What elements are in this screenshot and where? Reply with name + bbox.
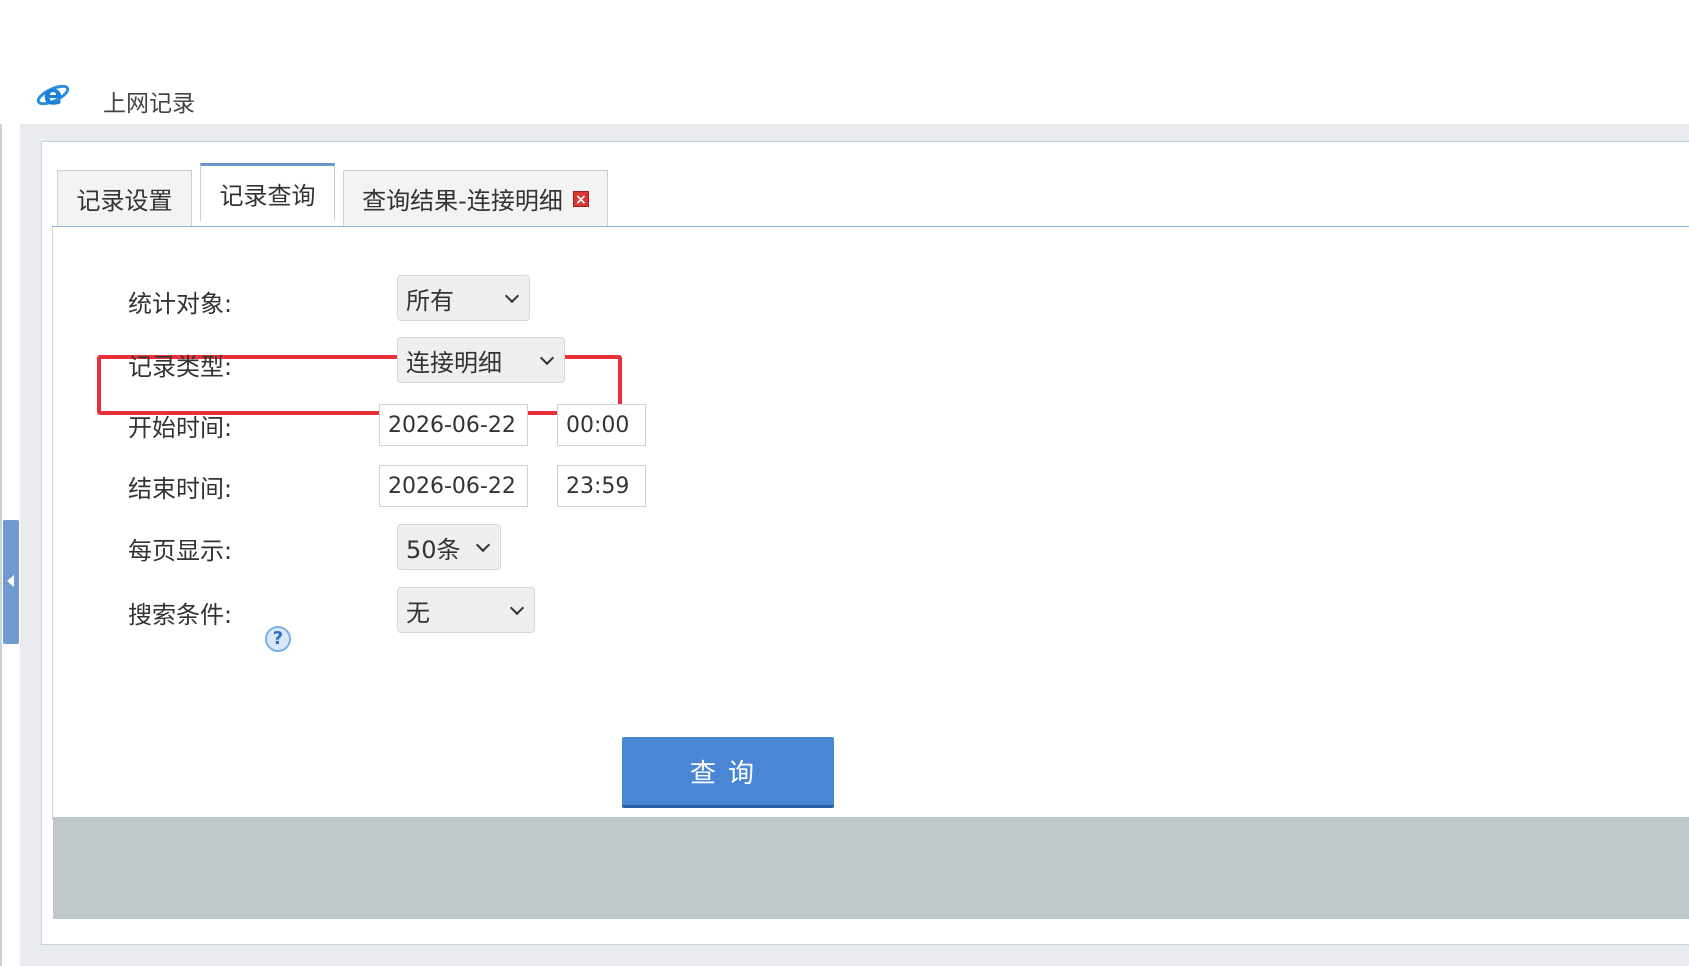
query-button[interactable]: 查询	[622, 737, 834, 808]
tab-record-settings[interactable]: 记录设置	[57, 170, 192, 226]
query-form-area	[52, 227, 1689, 820]
end-time-input[interactable]: 23:59	[557, 465, 646, 507]
page-size-select-value: 50条	[406, 535, 461, 564]
page-size-label: 每页显示:	[128, 537, 233, 565]
page-title: 上网记录	[103, 91, 195, 117]
sidebar-collapse-handle[interactable]	[3, 520, 19, 644]
close-icon[interactable]: ×	[572, 190, 589, 208]
search-label: 搜索条件:	[128, 601, 233, 629]
search-condition-select[interactable]: 无	[397, 587, 535, 633]
chevron-down-icon	[475, 537, 491, 553]
target-select[interactable]: 所有	[397, 275, 530, 321]
svg-text:e: e	[44, 78, 63, 111]
collapse-arrow-icon	[7, 575, 14, 587]
chevron-down-icon	[504, 288, 520, 304]
start-time-input[interactable]: 00:00	[557, 404, 646, 446]
search-condition-value: 无	[406, 598, 430, 627]
target-select-value: 所有	[406, 286, 454, 315]
tab-label: 查询结果-连接明细	[362, 187, 563, 215]
target-label: 统计对象:	[128, 290, 233, 318]
start-date-input[interactable]: 2026-06-22	[379, 404, 528, 446]
tab-label: 记录设置	[76, 187, 173, 215]
chevron-down-icon	[539, 350, 555, 366]
chevron-down-icon	[509, 600, 525, 616]
record-type-select[interactable]: 连接明细	[397, 337, 565, 383]
tab-label: 记录查询	[219, 182, 316, 210]
end-time-label: 结束时间:	[128, 475, 233, 503]
tab-record-query[interactable]: 记录查询	[200, 163, 335, 221]
page-header: e 上网记录	[0, 0, 1689, 124]
tab-query-result[interactable]: 查询结果-连接明细 ×	[343, 170, 608, 226]
ie-browser-icon: e	[36, 78, 70, 111]
record-type-select-value: 连接明细	[406, 348, 502, 377]
help-icon[interactable]: ?	[265, 626, 291, 652]
left-edge	[0, 0, 2, 966]
page-size-select[interactable]: 50条	[397, 524, 501, 570]
end-date-input[interactable]: 2026-06-22	[379, 465, 528, 507]
footer-bar	[53, 817, 1689, 919]
record-type-label: 记录类型:	[128, 353, 233, 381]
start-time-label: 开始时间:	[128, 414, 233, 442]
